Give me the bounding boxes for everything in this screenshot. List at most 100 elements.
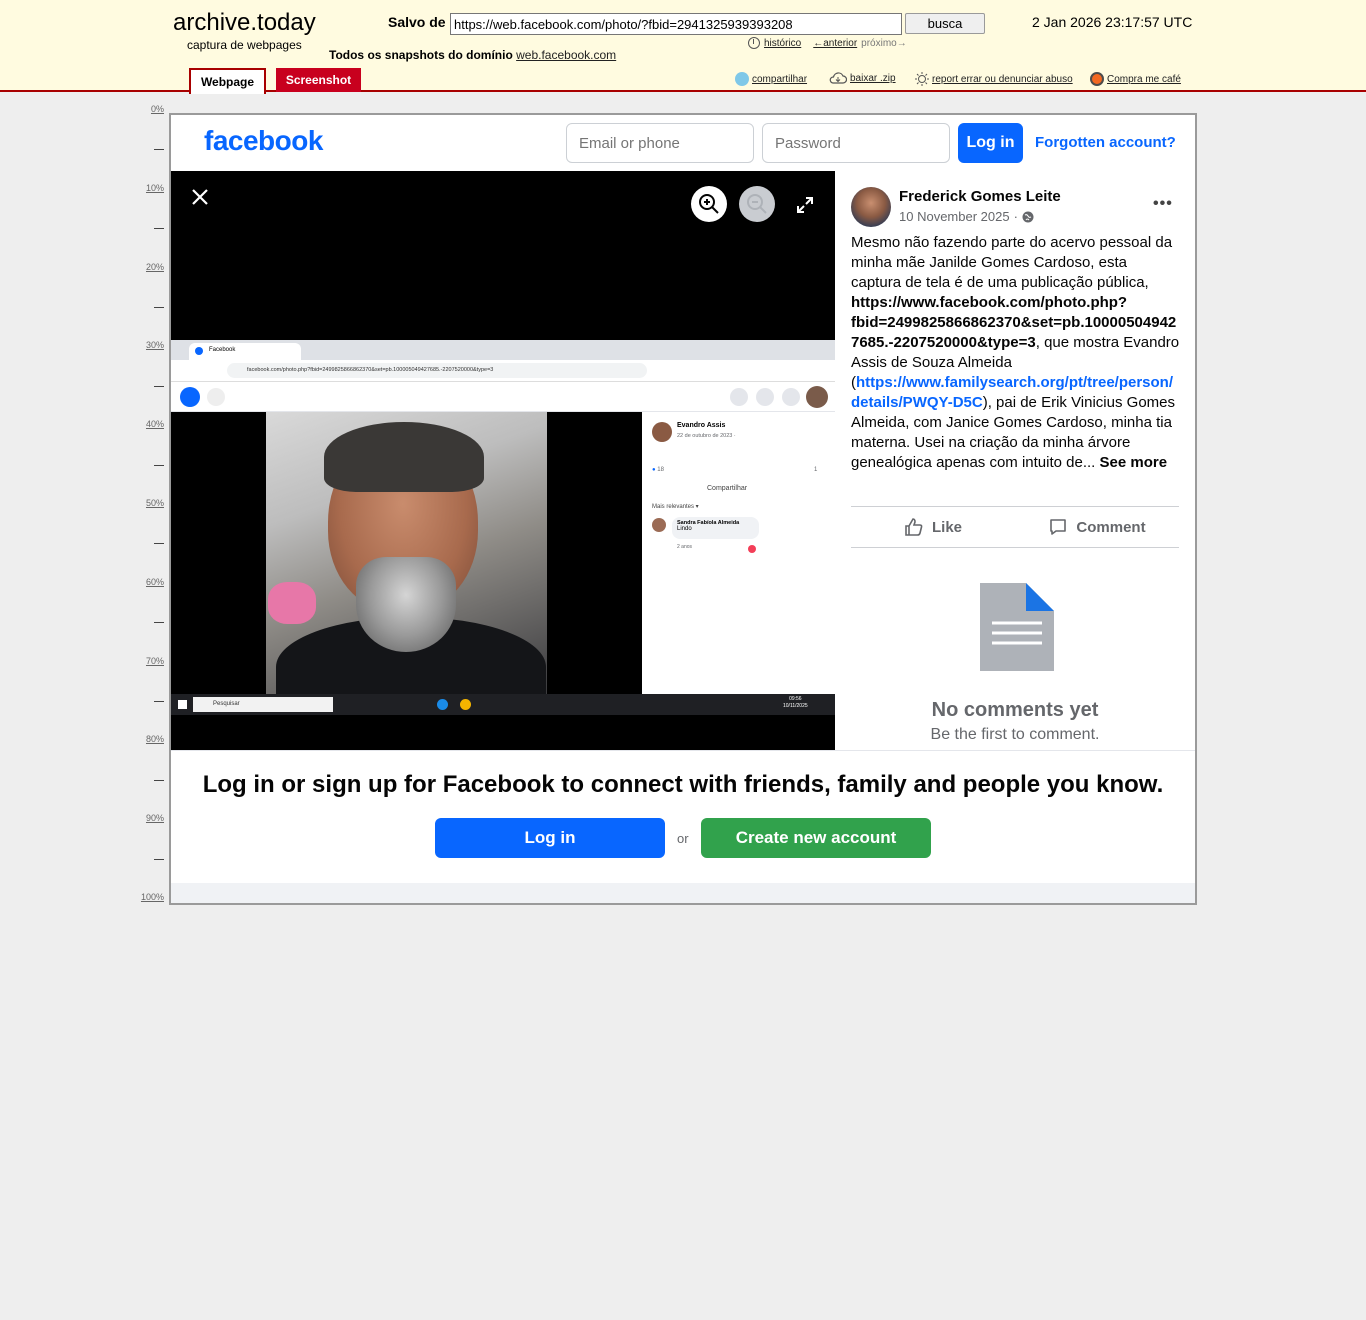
share-link[interactable]: compartilhar bbox=[752, 74, 807, 85]
inner-avatar bbox=[806, 386, 828, 408]
header-login-button[interactable]: Log in bbox=[958, 123, 1023, 163]
inner-author-avatar bbox=[652, 422, 672, 442]
ruler-label[interactable]: 50% bbox=[146, 498, 164, 508]
photo-viewer: Facebook facebook.com/photo.php?fbid=249… bbox=[171, 171, 835, 750]
like-button[interactable]: Like bbox=[851, 507, 1015, 547]
ruler-label[interactable]: 100% bbox=[141, 892, 164, 902]
archive-logo[interactable]: archive.today bbox=[173, 9, 316, 37]
inner-love-icon bbox=[748, 545, 756, 553]
like-label: Like bbox=[931, 518, 962, 536]
see-more-button[interactable]: See more bbox=[1100, 454, 1168, 471]
inner-photo-area bbox=[171, 412, 642, 694]
ruler-tick bbox=[154, 543, 164, 545]
author-avatar[interactable] bbox=[851, 187, 891, 227]
inner-comment-bubble: Sandra Fabíola Almeida Lindo bbox=[672, 517, 759, 539]
embedded-screenshot-image: Facebook facebook.com/photo.php?fbid=249… bbox=[171, 340, 835, 715]
domain-prefix: Todos os snapshots do domínio bbox=[329, 48, 513, 62]
ruler-label[interactable]: 90% bbox=[146, 813, 164, 823]
inner-clock: 09:56 10/11/2025 bbox=[783, 696, 808, 709]
scroll-ruler: 0% 10% 20% 30% 40% 50% 60% 70% 80% 90% 100% bbox=[130, 100, 166, 905]
tab-screenshot[interactable]: Screenshot bbox=[276, 68, 361, 92]
coffee-link[interactable]: Compra me café bbox=[1107, 74, 1181, 85]
inner-facebook-bar bbox=[171, 382, 835, 412]
first-comment-hint: Be the first to comment. bbox=[930, 726, 1100, 743]
download-tool[interactable]: baixar .zip bbox=[829, 72, 896, 84]
thumbs-up-icon bbox=[905, 518, 923, 536]
inner-chrome-icon bbox=[460, 699, 471, 710]
ruler-label[interactable]: 20% bbox=[146, 262, 164, 272]
document-icon bbox=[980, 583, 1054, 671]
inner-relevance: Mais relevantes ▾ bbox=[652, 504, 699, 510]
zoom-out-icon bbox=[747, 194, 767, 214]
ruler-label[interactable]: 30% bbox=[146, 340, 164, 350]
email-field[interactable] bbox=[566, 123, 754, 163]
saved-from-label: Salvo de bbox=[388, 14, 446, 30]
ruler-tick bbox=[154, 858, 164, 860]
expand-icon bbox=[797, 197, 813, 213]
share-tool[interactable]: compartilhar bbox=[735, 72, 807, 86]
banner-login-button[interactable]: Log in bbox=[435, 818, 665, 858]
inner-address-bar: facebook.com/photo.php?fbid=249982586686… bbox=[171, 360, 835, 382]
zoom-in-icon bbox=[699, 194, 719, 214]
ruler-label[interactable]: 10% bbox=[146, 183, 164, 193]
post-options-button[interactable]: ••• bbox=[1153, 195, 1173, 213]
inner-url-text: facebook.com/photo.php?fbid=249982586686… bbox=[227, 363, 647, 378]
inner-comment-age: 2 anos bbox=[677, 544, 693, 550]
comment-icon bbox=[1050, 519, 1067, 535]
inner-fb-logo-icon bbox=[180, 387, 200, 407]
bulb-icon bbox=[915, 72, 929, 86]
ruler-tick bbox=[154, 149, 164, 151]
close-viewer-button[interactable] bbox=[186, 183, 214, 211]
archive-header: archive.today captura de webpages Salvo … bbox=[0, 0, 1366, 94]
history-nav: histórico ←anterior próximo→ bbox=[748, 37, 907, 49]
ruler-label[interactable]: 0% bbox=[151, 104, 164, 114]
ruler-label[interactable]: 80% bbox=[146, 734, 164, 744]
globe-icon bbox=[1022, 211, 1034, 222]
report-tool[interactable]: report errar ou denunciar abuso bbox=[915, 72, 1073, 86]
clock-icon bbox=[748, 37, 760, 49]
post-date: 10 November 2025 · bbox=[899, 209, 1034, 224]
post-date-text[interactable]: 10 November 2025 bbox=[899, 209, 1010, 224]
inner-author-name: Evandro Assis bbox=[677, 422, 726, 429]
tab-webpage[interactable]: Webpage bbox=[189, 68, 266, 94]
coffee-tool[interactable]: Compra me café bbox=[1090, 72, 1181, 86]
inner-reaction-count: ● 18 bbox=[652, 467, 664, 473]
post-panel: Frederick Gomes Leite 10 November 2025 ·… bbox=[835, 171, 1195, 750]
snapshot-frame: facebook Log in Forgotten account? Faceb… bbox=[169, 113, 1197, 905]
close-icon bbox=[192, 189, 208, 205]
saved-url-input[interactable] bbox=[450, 13, 902, 35]
author-name[interactable]: Frederick Gomes Leite bbox=[899, 188, 1061, 205]
cloud-download-icon bbox=[829, 72, 847, 84]
download-link[interactable]: baixar .zip bbox=[850, 73, 896, 84]
zoom-out-button[interactable] bbox=[739, 186, 775, 222]
ruler-label[interactable]: 70% bbox=[146, 656, 164, 666]
ruler-tick bbox=[154, 228, 164, 230]
domain-link[interactable]: web.facebook.com bbox=[516, 48, 616, 62]
previous-link[interactable]: ←anterior bbox=[813, 38, 857, 49]
password-field[interactable] bbox=[762, 123, 950, 163]
zoom-in-button[interactable] bbox=[691, 186, 727, 222]
domain-snapshots: Todos os snapshots do domínio web.facebo… bbox=[329, 48, 616, 62]
inner-browser-tab: Facebook bbox=[189, 343, 301, 360]
ruler-label[interactable]: 40% bbox=[146, 419, 164, 429]
forgot-account-link[interactable]: Forgotten account? bbox=[1035, 134, 1176, 151]
inner-comment-text: Lindo bbox=[677, 526, 692, 532]
facebook-logo[interactable]: facebook bbox=[204, 125, 323, 157]
create-account-button[interactable]: Create new account bbox=[701, 818, 931, 858]
ruler-label[interactable]: 60% bbox=[146, 577, 164, 587]
banner-text: Log in or sign up for Facebook to connec… bbox=[202, 771, 1164, 798]
inner-bell-icon bbox=[782, 388, 800, 406]
report-link[interactable]: report errar ou denunciar abuso bbox=[932, 74, 1073, 85]
post-actions: Like Comment bbox=[851, 506, 1179, 548]
ruler-tick bbox=[154, 307, 164, 308]
fullscreen-button[interactable] bbox=[791, 191, 819, 219]
inner-commenter-avatar bbox=[652, 518, 666, 532]
archive-tagline: captura de webpages bbox=[187, 38, 302, 52]
comment-button[interactable]: Comment bbox=[1015, 507, 1179, 547]
share-icon bbox=[735, 72, 749, 86]
inner-windows-taskbar: Pesquisar 09:56 10/11/2025 bbox=[171, 694, 835, 715]
ruler-tick bbox=[154, 779, 164, 781]
search-button[interactable]: busca bbox=[905, 13, 985, 34]
snapshot-date: 2 Jan 2026 23:17:57 UTC bbox=[1032, 14, 1193, 30]
history-link[interactable]: histórico bbox=[764, 38, 801, 49]
